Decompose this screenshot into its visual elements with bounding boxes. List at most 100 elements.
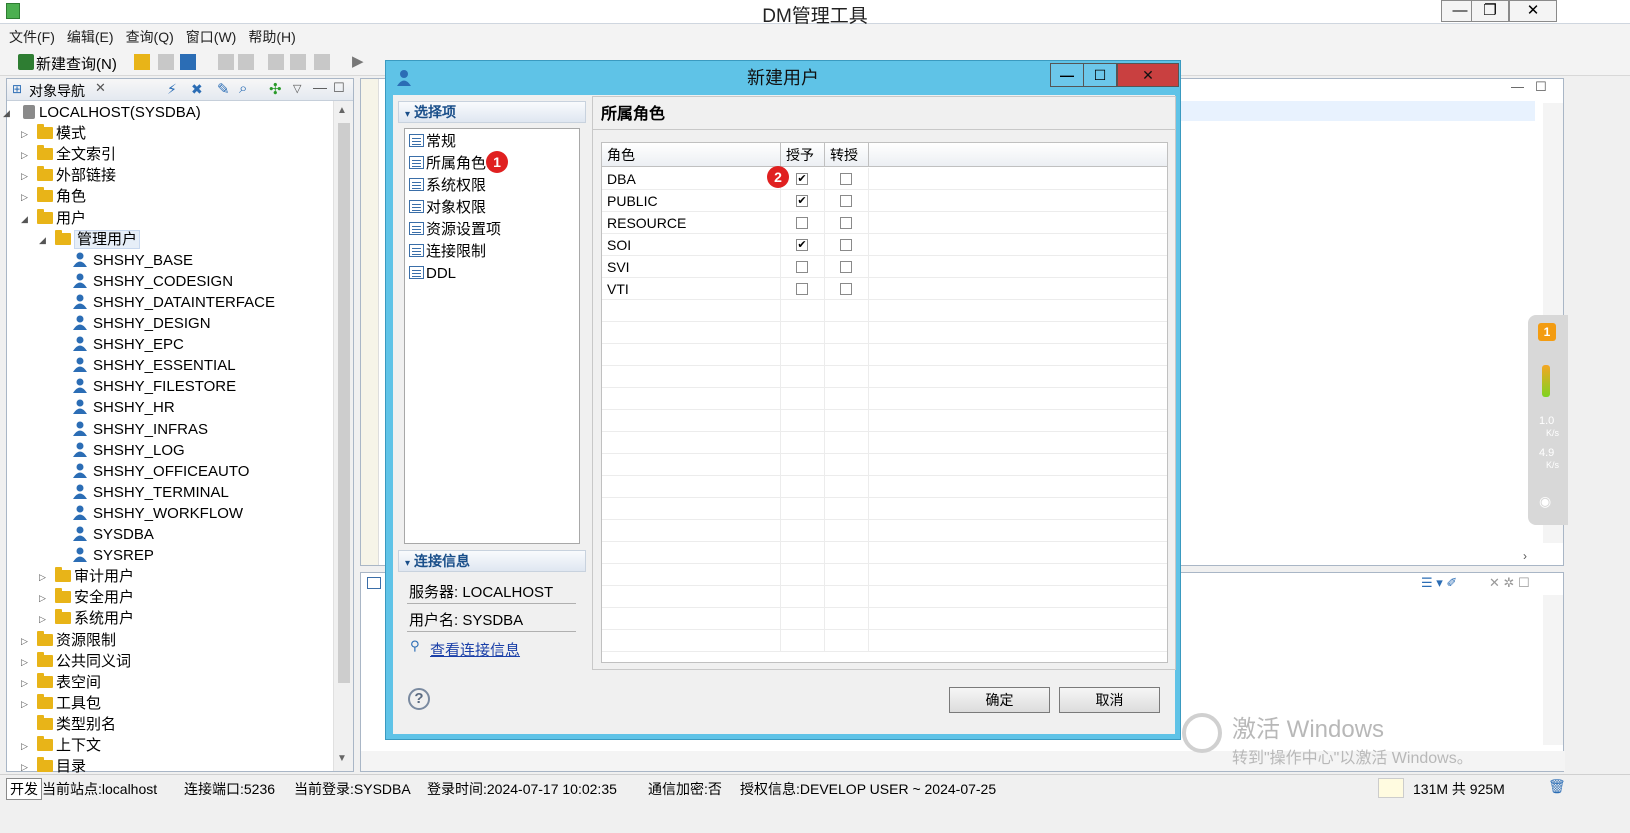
- grant-checkbox[interactable]: [796, 283, 808, 295]
- expand-toggle-icon[interactable]: ▷: [21, 673, 31, 694]
- cancel-button[interactable]: 取消: [1059, 687, 1160, 713]
- expand-toggle-icon[interactable]: ▷: [39, 588, 49, 609]
- navigator-tab[interactable]: 对象导航: [29, 81, 85, 101]
- save-all-icon[interactable]: [180, 54, 196, 70]
- grant-checkbox[interactable]: ✔: [796, 173, 808, 185]
- grant-checkbox[interactable]: ✔: [796, 195, 808, 207]
- column-header-role[interactable]: 角色: [602, 143, 781, 167]
- tree-folder[interactable]: 类型别名: [37, 714, 116, 735]
- maximize-button[interactable]: ❐: [1471, 0, 1509, 22]
- editor-minimize-icon[interactable]: —: [1511, 79, 1524, 94]
- table-row[interactable]: RESOURCE: [602, 212, 1167, 234]
- dialog-close-button[interactable]: ✕: [1117, 63, 1179, 87]
- delegate-checkbox[interactable]: [840, 239, 852, 251]
- copy-icon[interactable]: [290, 54, 306, 70]
- tree-folder[interactable]: ▷ 角色: [21, 186, 86, 207]
- help-button[interactable]: ?: [408, 688, 430, 710]
- delegate-checkbox[interactable]: [840, 283, 852, 295]
- expand-toggle-icon[interactable]: ◢: [3, 103, 13, 124]
- tree-folder[interactable]: ▷ 资源限制: [21, 630, 116, 651]
- menu-file[interactable]: 文件(F): [3, 24, 61, 50]
- tree-folder[interactable]: ▷ 全文索引: [21, 144, 116, 165]
- expand-toggle-icon[interactable]: ▷: [21, 124, 31, 145]
- new-query-button[interactable]: 新建查询(N): [36, 53, 117, 74]
- menu-help[interactable]: 帮助(H): [242, 24, 301, 50]
- tree-user[interactable]: SHSHY_BASE: [73, 250, 193, 271]
- tree-user[interactable]: SHSHY_INFRAS: [73, 419, 208, 440]
- expand-toggle-icon[interactable]: ▷: [21, 166, 31, 187]
- expand-toggle-icon[interactable]: ▷: [21, 736, 31, 757]
- run-icon[interactable]: ▶: [352, 52, 364, 70]
- navigator-scrollbar[interactable]: ▲ ▼: [333, 101, 353, 771]
- disconnect-icon[interactable]: ✖: [191, 81, 203, 98]
- trash-icon[interactable]: 🗑: [1548, 778, 1566, 795]
- tree-folder[interactable]: ◢ 用户: [21, 208, 86, 229]
- close-tab-icon[interactable]: ✕: [95, 80, 106, 96]
- maximize-view-icon[interactable]: ☐: [333, 80, 345, 96]
- menu-query[interactable]: 查询(Q): [120, 24, 180, 50]
- tree-folder[interactable]: ▷ 模式: [21, 123, 86, 144]
- ok-button[interactable]: 确定: [949, 687, 1050, 713]
- option-item[interactable]: 系统权限: [409, 175, 486, 197]
- clear-icon[interactable]: ✕ ✲ ☐: [1489, 575, 1530, 591]
- tree-user[interactable]: SHSHY_CODESIGN: [73, 271, 233, 292]
- tree-user[interactable]: SHSHY_DATAINTERFACE: [73, 292, 275, 313]
- tree-folder[interactable]: ▷ 外部链接: [21, 165, 116, 186]
- scroll-up-icon[interactable]: ▲: [337, 105, 347, 116]
- option-item[interactable]: 所属角色: [409, 153, 486, 175]
- grant-checkbox[interactable]: [796, 261, 808, 273]
- tree-user[interactable]: SYSREP: [73, 545, 154, 566]
- redo-icon[interactable]: [238, 54, 254, 70]
- edit-icon[interactable]: ✎: [217, 80, 230, 98]
- expand-icon[interactable]: ✣: [269, 80, 282, 98]
- tree-user[interactable]: SHSHY_FILESTORE: [73, 376, 236, 397]
- expand-toggle-icon[interactable]: ◢: [21, 209, 31, 230]
- undo-icon[interactable]: [218, 54, 234, 70]
- option-item[interactable]: 常规: [409, 131, 456, 153]
- scroll-thumb[interactable]: [338, 123, 350, 683]
- table-row[interactable]: DBA ✔: [602, 168, 1167, 190]
- camera-icon[interactable]: ◉: [1539, 493, 1551, 510]
- search-icon[interactable]: ⌕: [239, 80, 247, 97]
- delegate-checkbox[interactable]: [840, 217, 852, 229]
- view-connection-link[interactable]: 查看连接信息: [430, 639, 520, 660]
- table-row[interactable]: VTI: [602, 278, 1167, 300]
- view-menu-icon[interactable]: ▽: [293, 82, 301, 95]
- column-header-delegate[interactable]: 转授: [825, 143, 869, 167]
- tree-user[interactable]: SHSHY_OFFICEAUTO: [73, 461, 249, 482]
- grant-checkbox[interactable]: ✔: [796, 239, 808, 251]
- editor-maximize-icon[interactable]: ☐: [1535, 79, 1547, 95]
- tree-folder[interactable]: ▷ 审计用户: [39, 566, 134, 587]
- delegate-checkbox[interactable]: [840, 195, 852, 207]
- scroll-down-icon[interactable]: ▼: [337, 753, 347, 764]
- tree-folder-manage-users[interactable]: ◢ 管理用户: [39, 229, 141, 250]
- delegate-checkbox[interactable]: [840, 173, 852, 185]
- menu-window[interactable]: 窗口(W): [180, 24, 243, 50]
- tree-root-server[interactable]: ◢ LOCALHOST(SYSDBA): [3, 102, 201, 123]
- tree-user[interactable]: SHSHY_TERMINAL: [73, 482, 229, 503]
- option-item[interactable]: 对象权限: [409, 197, 486, 219]
- menu-edit[interactable]: 编辑(E): [61, 24, 120, 50]
- tree-user[interactable]: SHSHY_DESIGN: [73, 313, 211, 334]
- tree-folder[interactable]: ▷ 公共同义词: [21, 651, 131, 672]
- output-scrollbar[interactable]: [1543, 595, 1563, 745]
- tree-folder[interactable]: ▷ 系统用户: [39, 608, 134, 629]
- delegate-checkbox[interactable]: [840, 261, 852, 273]
- output-toolbar-icon[interactable]: ☰ ▾ ✐: [1421, 575, 1457, 591]
- select-section-header[interactable]: ▾ 选择项: [398, 101, 586, 123]
- tree-user[interactable]: SYSDBA: [73, 524, 154, 545]
- paste-icon[interactable]: [314, 54, 330, 70]
- tree-user[interactable]: SHSHY_HR: [73, 397, 175, 418]
- column-header-grant[interactable]: 授予: [781, 143, 825, 167]
- tree-user[interactable]: SHSHY_ESSENTIAL: [73, 355, 236, 376]
- tree-folder[interactable]: ▷ 工具包: [21, 693, 101, 714]
- table-row[interactable]: PUBLIC ✔: [602, 190, 1167, 212]
- option-item[interactable]: 连接限制: [409, 241, 486, 263]
- tree-user[interactable]: SHSHY_LOG: [73, 440, 185, 461]
- network-monitor-widget[interactable]: 1 1.0 K/s 4.9 K/s ◉: [1528, 315, 1568, 525]
- minimize-view-icon[interactable]: —: [313, 79, 327, 95]
- expand-toggle-icon[interactable]: ▷: [39, 567, 49, 588]
- tree-folder[interactable]: ▷ 表空间: [21, 672, 101, 693]
- expand-toggle-icon[interactable]: ▷: [21, 652, 31, 673]
- expand-toggle-icon[interactable]: ▷: [21, 631, 31, 652]
